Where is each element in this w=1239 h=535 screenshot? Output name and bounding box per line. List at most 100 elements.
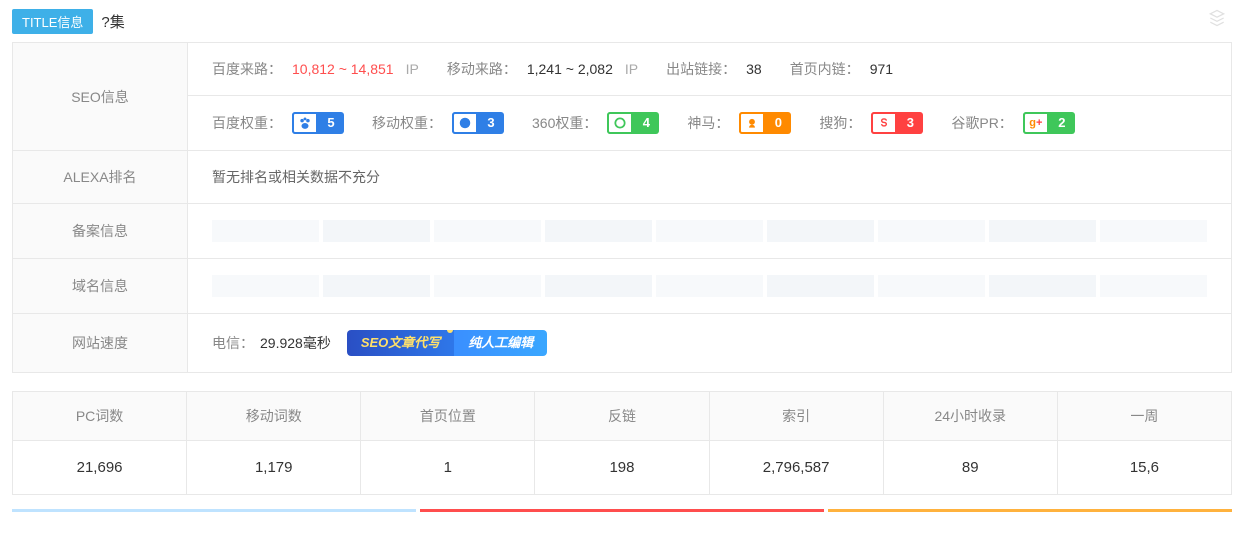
domain-value-cell	[188, 259, 1231, 313]
google-pr-value: 2	[1049, 112, 1075, 134]
stats-value[interactable]: 1	[361, 441, 534, 494]
value-outlinks[interactable]: 38	[746, 61, 762, 77]
speed-label: 网站速度	[13, 314, 188, 372]
stats-head: 索引	[710, 392, 883, 441]
page-title-suffix: ?集	[101, 11, 124, 32]
baidu-weight-value: 5	[318, 112, 344, 134]
label-baidu-weight: 百度权重：	[212, 113, 282, 133]
stats-column: 首页位置1	[361, 392, 535, 494]
stats-column: 反链198	[535, 392, 709, 494]
stats-head: 一周	[1058, 392, 1231, 441]
row-domain: 域名信息	[13, 259, 1231, 314]
metric-sogou-weight: 搜狗： 3	[819, 112, 923, 134]
badge-google-pr[interactable]: g+ 2	[1023, 112, 1075, 134]
360-weight-value: 4	[633, 112, 659, 134]
stats-head: 反链	[535, 392, 708, 441]
value-baidu-traffic[interactable]: 10,812 ~ 14,851	[292, 61, 394, 77]
stats-head: PC词数	[13, 392, 186, 441]
stats-table: PC词数21,696移动词数1,179首页位置1反链198索引2,796,587…	[12, 391, 1232, 495]
label-sogou-weight: 搜狗：	[819, 113, 861, 133]
metric-360-weight: 360权重： 4	[532, 112, 659, 134]
stats-value[interactable]: 89	[884, 441, 1057, 494]
sogou-icon	[871, 112, 897, 134]
stats-value[interactable]: 198	[535, 441, 708, 494]
seo-label: SEO信息	[13, 43, 188, 150]
seo-weights-row: 百度权重： 5 移动权重： 3	[188, 96, 1231, 150]
stats-column: 索引2,796,587	[710, 392, 884, 494]
ip-suffix: IP	[406, 61, 419, 77]
badge-mobile-weight[interactable]: 3	[452, 112, 504, 134]
label-outlinks: 出站链接：	[666, 59, 736, 79]
mobile-weight-value: 3	[478, 112, 504, 134]
bar-segment	[12, 509, 416, 512]
label-google-pr: 谷歌PR：	[951, 113, 1012, 133]
row-seo: SEO信息 百度来路： 10,812 ~ 14,851 IP 移动来路： 1,2…	[13, 43, 1231, 151]
title-badge: TITLE信息	[12, 9, 93, 34]
beian-value-cell	[188, 204, 1231, 258]
badge-sogou-weight[interactable]: 3	[871, 112, 923, 134]
title-bar: TITLE信息 ?集	[0, 0, 1239, 42]
shenma-weight-value: 0	[765, 112, 791, 134]
bar-segment	[828, 509, 1232, 512]
stats-value[interactable]: 1,179	[187, 441, 360, 494]
seo-traffic-row: 百度来路： 10,812 ~ 14,851 IP 移动来路： 1,241 ~ 2…	[188, 43, 1231, 96]
label-mobile-weight: 移动权重：	[372, 113, 442, 133]
row-speed: 网站速度 电信： 29.928毫秒 SEO文章代写 纯人工编辑	[13, 314, 1231, 372]
stats-head: 24小时收录	[884, 392, 1057, 441]
360-icon	[607, 112, 633, 134]
alexa-value-cell: 暂无排名或相关数据不充分	[188, 151, 1231, 203]
domain-label: 域名信息	[13, 259, 188, 313]
stats-column: 一周15,6	[1058, 392, 1231, 494]
stats-column: PC词数21,696	[13, 392, 187, 494]
stats-head: 移动词数	[187, 392, 360, 441]
stats-value[interactable]: 15,6	[1058, 441, 1231, 494]
bottom-bars	[12, 509, 1232, 512]
beian-label: 备案信息	[13, 204, 188, 258]
stats-head: 首页位置	[361, 392, 534, 441]
badge-baidu-weight[interactable]: 5	[292, 112, 344, 134]
metric-outlinks: 出站链接： 38	[666, 59, 762, 79]
alexa-value: 暂无排名或相关数据不充分	[212, 167, 380, 187]
ip-suffix: IP	[625, 61, 638, 77]
domain-redacted	[212, 275, 1207, 297]
speed-isp-label: 电信：	[212, 333, 254, 353]
seo-info-table: SEO信息 百度来路： 10,812 ~ 14,851 IP 移动来路： 1,2…	[12, 42, 1232, 373]
metric-google-pr: 谷歌PR： g+ 2	[951, 112, 1074, 134]
metric-homelinks: 首页内链： 971	[790, 59, 893, 79]
value-homelinks[interactable]: 971	[870, 61, 893, 77]
label-homelinks: 首页内链：	[790, 59, 860, 79]
stats-value[interactable]: 2,796,587	[710, 441, 883, 494]
metric-baidu-traffic: 百度来路： 10,812 ~ 14,851 IP	[212, 59, 419, 79]
alexa-label: ALEXA排名	[13, 151, 188, 203]
row-alexa: ALEXA排名 暂无排名或相关数据不充分	[13, 151, 1231, 204]
badge-360-weight[interactable]: 4	[607, 112, 659, 134]
promo-right-text: 纯人工编辑	[454, 330, 547, 356]
metric-shenma-weight: 神马： 0	[687, 112, 791, 134]
speed-value-cell: 电信： 29.928毫秒 SEO文章代写 纯人工编辑	[188, 314, 1231, 372]
sogou-weight-value: 3	[897, 112, 923, 134]
seo-values: 百度来路： 10,812 ~ 14,851 IP 移动来路： 1,241 ~ 2…	[188, 43, 1231, 150]
metric-baidu-weight: 百度权重： 5	[212, 112, 344, 134]
label-baidu-traffic: 百度来路：	[212, 59, 282, 79]
stack-icon[interactable]	[1207, 8, 1227, 34]
label-360-weight: 360权重：	[532, 113, 597, 133]
speed-value: 29.928毫秒	[260, 333, 331, 353]
stats-value[interactable]: 21,696	[13, 441, 186, 494]
beian-redacted	[212, 220, 1207, 242]
row-beian: 备案信息	[13, 204, 1231, 259]
label-shenma-weight: 神马：	[687, 113, 729, 133]
google-icon: g+	[1023, 112, 1049, 134]
promo-left-text: SEO文章代写	[347, 330, 454, 356]
stats-column: 移动词数1,179	[187, 392, 361, 494]
stats-column: 24小时收录89	[884, 392, 1058, 494]
baidu-mobile-icon	[452, 112, 478, 134]
badge-shenma-weight[interactable]: 0	[739, 112, 791, 134]
bar-segment	[420, 509, 824, 512]
metric-mobile-traffic: 移动来路： 1,241 ~ 2,082 IP	[447, 59, 638, 79]
promo-badge[interactable]: SEO文章代写 纯人工编辑	[347, 330, 547, 356]
value-mobile-traffic[interactable]: 1,241 ~ 2,082	[527, 61, 613, 77]
label-mobile-traffic: 移动来路：	[447, 59, 517, 79]
shenma-icon	[739, 112, 765, 134]
metric-mobile-weight: 移动权重： 3	[372, 112, 504, 134]
baidu-paw-icon	[292, 112, 318, 134]
